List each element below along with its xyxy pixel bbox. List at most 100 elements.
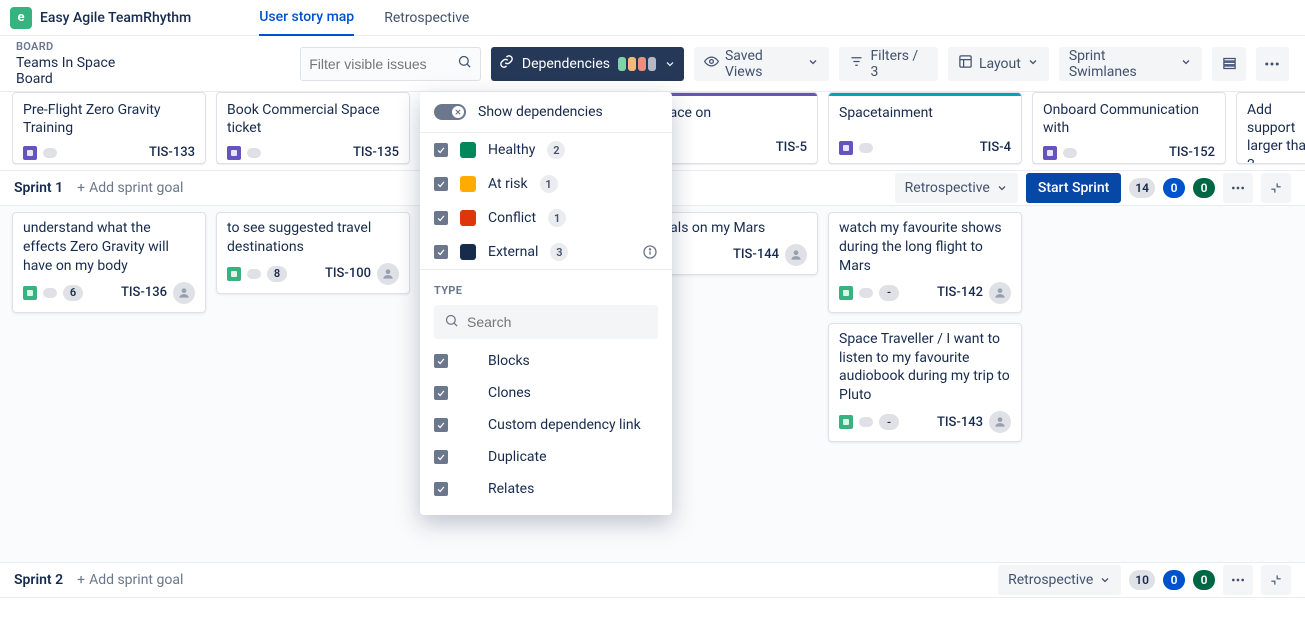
dependency-status-row[interactable]: External 3 xyxy=(420,235,672,269)
assignee-avatar[interactable] xyxy=(989,282,1011,304)
story-card[interactable]: watch my favourite shows during the long… xyxy=(828,212,1022,313)
epic-icon xyxy=(227,146,241,160)
story-key: TIS-136 xyxy=(121,285,167,300)
epic-card[interactable]: Pre-Flight Zero Gravity Training TIS-133 xyxy=(12,92,206,164)
board-eyebrow: BOARD xyxy=(16,40,153,53)
chevron-down-icon xyxy=(1180,56,1192,72)
type-search[interactable] xyxy=(434,305,658,339)
checkbox-icon[interactable] xyxy=(434,143,448,157)
board-block: BOARD Teams In Space Board xyxy=(16,40,153,87)
nav-tabs: User story map Retrospective xyxy=(259,0,469,36)
sprint-more-button[interactable] xyxy=(1223,173,1253,203)
swimlanes-label: Sprint Swimlanes xyxy=(1069,48,1175,80)
dependency-status-row[interactable]: Conflict 1 xyxy=(420,201,672,235)
tab-retrospective[interactable]: Retrospective xyxy=(384,0,469,36)
count-todo: 14 xyxy=(1129,178,1155,198)
status-color-swatch xyxy=(460,210,476,226)
story-card[interactable]: understand what the effects Zero Gravity… xyxy=(12,212,206,313)
dependency-status-row[interactable]: Healthy 2 xyxy=(420,133,672,167)
add-sprint-goal[interactable]: + Add sprint goal xyxy=(77,180,183,196)
type-search-input[interactable] xyxy=(467,314,648,330)
show-dependencies-toggle[interactable]: ✕ xyxy=(434,104,466,120)
start-sprint-button[interactable]: Start Sprint xyxy=(1026,173,1121,203)
dependency-type-row[interactable]: Duplicate xyxy=(420,441,672,473)
estimate-pill: - xyxy=(879,285,899,301)
epic-title: Spacetainment xyxy=(829,96,1021,136)
dependencies-dropdown: ✕ Show dependencies Healthy 2 At risk 1 … xyxy=(420,92,672,515)
checkbox-icon[interactable] xyxy=(434,482,448,496)
swimlanes-button[interactable]: Sprint Swimlanes xyxy=(1059,47,1203,81)
story-key: TIS-100 xyxy=(325,266,371,281)
retro-dropdown[interactable]: Retrospective xyxy=(895,173,1018,203)
collapse-sprint-button[interactable] xyxy=(1261,565,1291,595)
checkbox-icon[interactable] xyxy=(434,450,448,464)
status-count: 1 xyxy=(540,175,558,193)
dependency-status-row[interactable]: At risk 1 xyxy=(420,167,672,201)
dependency-type-row[interactable]: Blocks xyxy=(420,345,672,377)
dependencies-label: Dependencies xyxy=(522,56,610,72)
priority-icon xyxy=(43,148,57,158)
story-icon xyxy=(839,415,853,429)
estimate-pill: 6 xyxy=(63,285,83,301)
checkbox-icon[interactable] xyxy=(434,211,448,225)
add-sprint-goal[interactable]: + Add sprint goal xyxy=(77,572,183,588)
epic-card[interactable]: Onboard Communication with TIS-152 xyxy=(1032,92,1226,164)
epic-card[interactable]: Spacetainment TIS-4 xyxy=(828,92,1022,164)
filter-input[interactable] xyxy=(309,56,451,72)
search-icon xyxy=(457,54,472,73)
layout-button[interactable]: Layout xyxy=(948,47,1049,81)
view-mode-button[interactable] xyxy=(1212,47,1245,81)
dependency-type-row[interactable]: Relates xyxy=(420,473,672,505)
add-goal-label: Add sprint goal xyxy=(89,180,183,196)
sprint2-header: Sprint 2 + Add sprint goal Retrospective… xyxy=(0,562,1305,598)
epic-title: Add support larger than 2 xyxy=(1237,93,1305,164)
status-color-swatch xyxy=(460,142,476,158)
checkbox-icon[interactable] xyxy=(434,418,448,432)
assignee-avatar[interactable] xyxy=(785,244,807,266)
checkbox-icon[interactable] xyxy=(434,245,448,259)
filters-button[interactable]: Filters / 3 xyxy=(839,47,938,81)
type-label: Duplicate xyxy=(488,449,547,465)
chevron-down-icon xyxy=(1027,56,1039,72)
epic-footer: TIS-135 xyxy=(217,141,409,164)
retro-dropdown[interactable]: Retrospective xyxy=(998,565,1121,595)
dependency-type-row[interactable]: Clones xyxy=(420,377,672,409)
info-icon[interactable] xyxy=(642,244,658,260)
epic-key: TIS-5 xyxy=(776,140,807,155)
story-card[interactable]: Space Traveller / I want to listen to my… xyxy=(828,323,1022,443)
filter-search[interactable] xyxy=(300,47,481,81)
epic-title: Pre-Flight Zero Gravity Training xyxy=(13,93,205,141)
retro-label: Retrospective xyxy=(1008,572,1093,588)
checkbox-icon[interactable] xyxy=(434,177,448,191)
tab-user-story-map[interactable]: User story map xyxy=(259,0,354,36)
epic-card[interactable]: Book Commercial Space ticket TIS-135 xyxy=(216,92,410,164)
saved-views-button[interactable]: Saved Views xyxy=(694,47,829,81)
story-card[interactable]: to see suggested travel destinations 8 T… xyxy=(216,212,410,294)
type-label: Custom dependency link xyxy=(488,417,641,433)
brand: e Easy Agile TeamRhythm xyxy=(10,7,191,29)
checkbox-icon[interactable] xyxy=(434,354,448,368)
story-key: TIS-144 xyxy=(733,247,779,262)
sprint-more-button[interactable] xyxy=(1223,565,1253,595)
dependencies-button[interactable]: Dependencies xyxy=(491,47,684,81)
assignee-avatar[interactable] xyxy=(173,282,195,304)
story-footer: 8 TIS-100 xyxy=(227,263,399,285)
sprint-column: watch my favourite shows during the long… xyxy=(828,212,1022,552)
epic-card[interactable]: Add support larger than 2 xyxy=(1236,92,1305,164)
epic-icon xyxy=(839,141,853,155)
type-label: Relates xyxy=(488,481,534,497)
brand-logo: e xyxy=(10,7,32,29)
count-done: 0 xyxy=(1193,178,1215,198)
story-footer: - TIS-142 xyxy=(839,282,1011,304)
chevron-down-icon xyxy=(807,56,819,72)
sprint-column: to see suggested travel destinations 8 T… xyxy=(216,212,410,552)
assignee-avatar[interactable] xyxy=(377,263,399,285)
board-toolbar: BOARD Teams In Space Board Dependencies … xyxy=(0,36,1305,92)
filter-icon xyxy=(849,54,864,73)
collapse-sprint-button[interactable] xyxy=(1261,173,1291,203)
story-title: understand what the effects Zero Gravity… xyxy=(23,219,195,276)
assignee-avatar[interactable] xyxy=(989,411,1011,433)
more-menu-button[interactable] xyxy=(1256,47,1289,81)
checkbox-icon[interactable] xyxy=(434,386,448,400)
dependency-type-row[interactable]: Custom dependency link xyxy=(420,409,672,441)
